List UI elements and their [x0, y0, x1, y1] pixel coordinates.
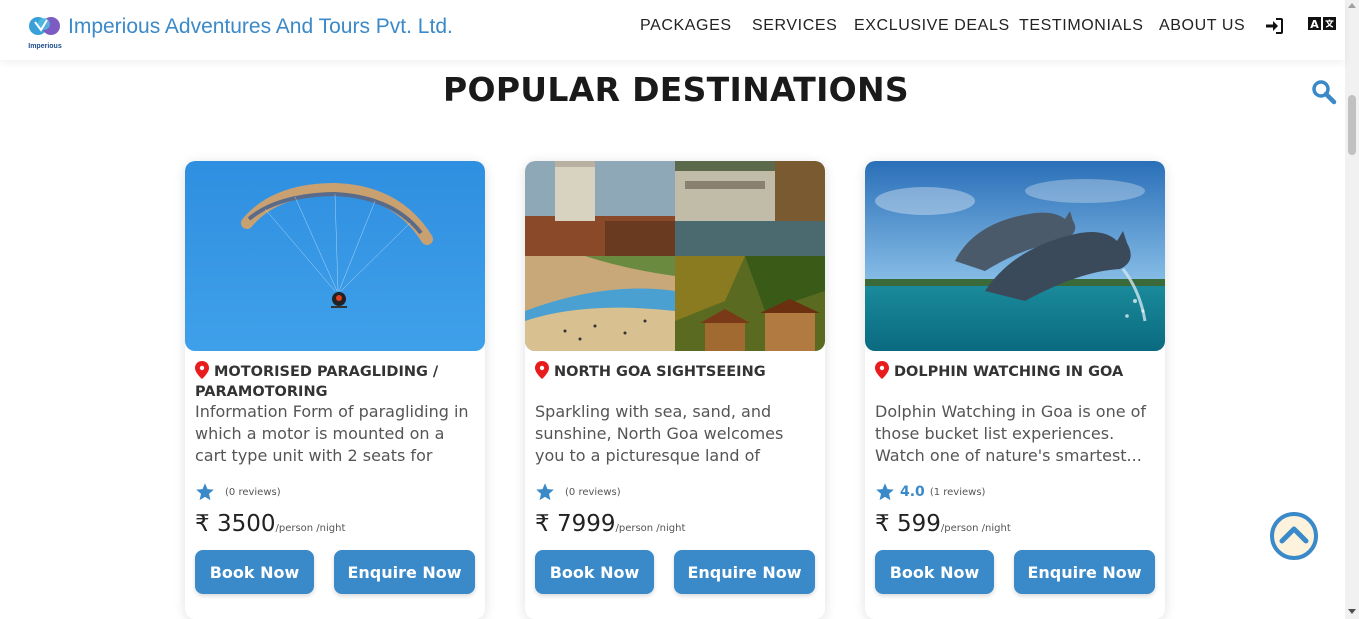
star-icon [536, 483, 554, 501]
price-amount: ₹ 7999 [535, 511, 616, 537]
paragliding-image[interactable] [185, 161, 485, 351]
site-header: Imperious Imperious Adventures And Tours… [0, 0, 1345, 60]
rating-value: 4.0 [900, 484, 925, 500]
enquire-now-button[interactable]: Enquire Now [674, 550, 815, 594]
dolphin-image[interactable] [865, 161, 1165, 351]
book-now-button[interactable]: Book Now [195, 550, 314, 594]
location-pin-icon [195, 361, 209, 379]
review-count: (0 reviews) [225, 486, 281, 498]
scroll-down-arrow-icon[interactable] [1348, 609, 1356, 614]
review-count: (0 reviews) [565, 486, 621, 498]
nav-services[interactable]: SERVICES [752, 17, 837, 35]
page-title: POPULAR DESTINATIONS [442, 70, 909, 109]
nav-packages[interactable]: PACKAGES [640, 17, 732, 35]
destination-card[interactable]: DOLPHIN WATCHING IN GOA Dolphin Watching… [865, 161, 1165, 619]
page-scrollbar[interactable] [1345, 0, 1359, 619]
rating: (0 reviews) [535, 481, 621, 503]
login-icon[interactable] [1265, 18, 1283, 38]
book-now-button[interactable]: Book Now [875, 550, 994, 594]
enquire-now-button[interactable]: Enquire Now [334, 550, 475, 594]
card-description: Sparkling with sea, sand, and sunshine, … [535, 402, 784, 465]
search-icon[interactable] [1311, 79, 1337, 105]
scroll-up-arrow-icon[interactable] [1348, 3, 1356, 8]
brand-name[interactable]: Imperious Adventures And Tours Pvt. Ltd. [68, 15, 453, 39]
destination-card[interactable]: MOTORISED PARAGLIDING / PARAMOTORING Inf… [185, 161, 485, 619]
card-description: Dolphin Watching in Goa is one of those … [875, 402, 1147, 465]
location-pin-icon [875, 361, 889, 379]
card-description: Information Form of paragliding in which… [195, 402, 469, 465]
svg-text:Imperious: Imperious [28, 43, 62, 50]
scrollbar-thumb[interactable] [1348, 95, 1356, 155]
price-unit: /person /night [615, 523, 686, 534]
star-icon [876, 483, 894, 501]
price: ₹ 599/person /night [875, 511, 1011, 537]
nav-about-us[interactable]: ABOUT US [1159, 17, 1245, 35]
translate-icon[interactable]: A [1308, 16, 1337, 36]
rating: (0 reviews) [195, 481, 281, 503]
nav-testimonials[interactable]: TESTIMONIALS [1019, 17, 1144, 35]
card-title[interactable]: DOLPHIN WATCHING IN GOA [875, 361, 1160, 382]
price-amount: ₹ 599 [875, 511, 941, 537]
price: ₹ 7999/person /night [535, 511, 685, 537]
scroll-to-top-button[interactable] [1269, 511, 1319, 561]
star-icon [196, 483, 214, 501]
enquire-now-button[interactable]: Enquire Now [1014, 550, 1155, 594]
review-count: (1 reviews) [929, 486, 986, 498]
brand-logo[interactable]: Imperious [27, 12, 63, 52]
rating: 4.0 (1 reviews) [875, 481, 985, 503]
price-unit: /person /night [275, 523, 346, 534]
price-amount: ₹ 3500 [195, 511, 276, 537]
book-now-button[interactable]: Book Now [535, 550, 654, 594]
price: ₹ 3500/person /night [195, 511, 345, 537]
card-title[interactable]: MOTORISED PARAGLIDING / PARAMOTORING [195, 361, 480, 402]
card-title[interactable]: NORTH GOA SIGHTSEEING [535, 361, 820, 382]
north-goa-image[interactable] [525, 161, 825, 351]
svg-text:A: A [1310, 18, 1319, 31]
nav-exclusive-deals[interactable]: EXCLUSIVE DEALS [854, 17, 1010, 35]
price-unit: /person /night [940, 523, 1011, 534]
location-pin-icon [535, 361, 549, 379]
destination-card[interactable]: NORTH GOA SIGHTSEEING Sparkling with sea… [525, 161, 825, 619]
